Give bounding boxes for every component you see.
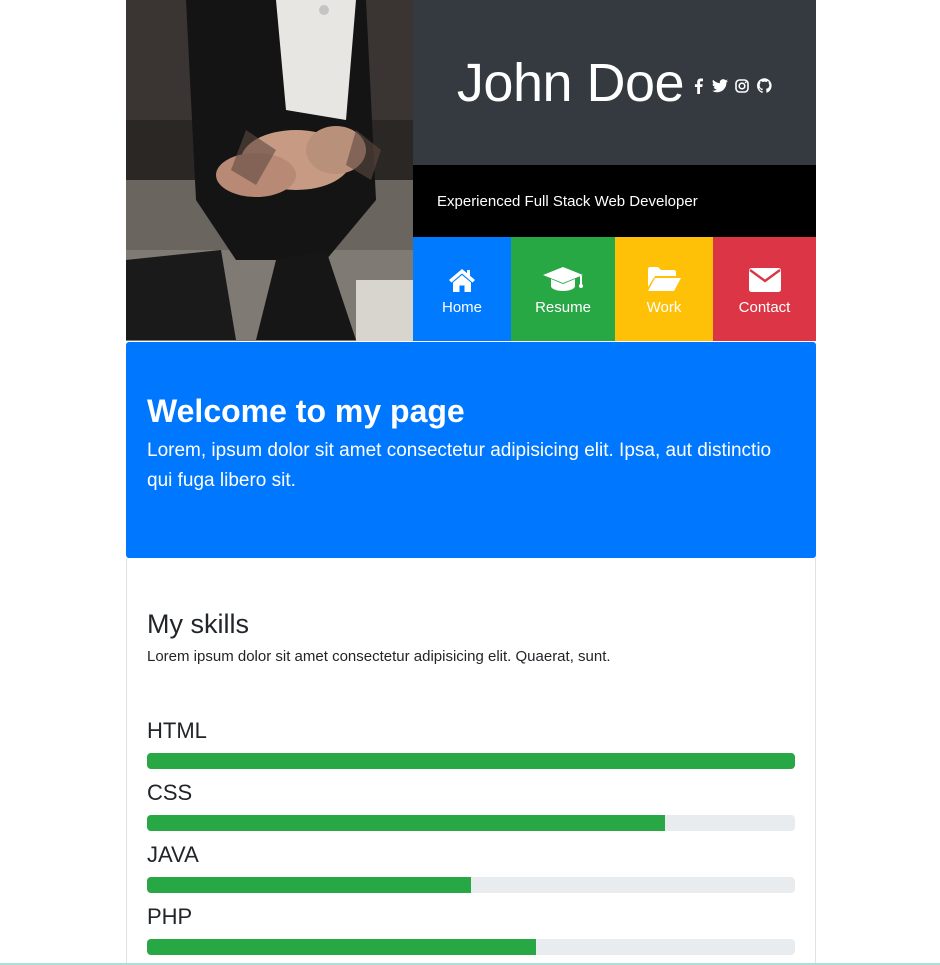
folder-open-icon bbox=[646, 263, 682, 293]
nav-resume-label: Resume bbox=[535, 298, 591, 316]
skill-progress-fill bbox=[147, 753, 795, 769]
twitter-icon[interactable] bbox=[712, 78, 729, 94]
name-banner: John Doe bbox=[413, 0, 816, 165]
welcome-section: Welcome to my page Lorem, ipsum dolor si… bbox=[126, 342, 816, 558]
welcome-title: Welcome to my page bbox=[147, 393, 465, 429]
skills-description: Lorem ipsum dolor sit amet consectetur a… bbox=[147, 648, 611, 665]
skill-label: PHP bbox=[147, 904, 193, 929]
nav-resume[interactable]: Resume bbox=[511, 237, 615, 341]
header: John Doe Experienced Full Stack Web Deve… bbox=[126, 0, 816, 341]
skills-section: My skills Lorem ipsum dolor sit amet con… bbox=[126, 558, 816, 965]
tagline-banner: Experienced Full Stack Web Developer bbox=[413, 165, 816, 237]
nav-home-label: Home bbox=[441, 298, 482, 316]
github-icon[interactable] bbox=[756, 78, 772, 94]
skill-css: CSS bbox=[147, 779, 795, 831]
skill-progress-bar bbox=[147, 877, 795, 893]
skill-progress-bar bbox=[147, 939, 795, 955]
skill-label: CSS bbox=[147, 780, 193, 805]
skill-label: JAVA bbox=[147, 842, 199, 867]
instagram-icon[interactable] bbox=[734, 78, 750, 94]
skill-java: JAVA bbox=[147, 841, 795, 893]
skill-progress-fill bbox=[147, 877, 471, 893]
skill-php: PHP bbox=[147, 903, 795, 955]
social-links bbox=[690, 78, 772, 94]
nav-contact-label: Contact bbox=[738, 298, 791, 316]
facebook-icon[interactable] bbox=[690, 78, 706, 94]
nav-work[interactable]: Work bbox=[615, 237, 713, 341]
home-icon bbox=[447, 263, 477, 293]
nav-home[interactable]: Home bbox=[413, 237, 511, 341]
skill-label: HTML bbox=[147, 718, 207, 743]
skill-progress-fill bbox=[147, 939, 536, 955]
profile-name: John Doe bbox=[456, 52, 685, 113]
skill-progress-bar bbox=[147, 753, 795, 769]
page: John Doe Experienced Full Stack Web Deve… bbox=[126, 0, 816, 965]
nav-contact[interactable]: Contact bbox=[713, 237, 816, 341]
main-nav: Home Resume Work Contact bbox=[413, 237, 816, 341]
welcome-text: Lorem, ipsum dolor sit amet consectetur … bbox=[147, 440, 772, 491]
nav-work-label: Work bbox=[646, 298, 682, 316]
graduation-cap-icon bbox=[541, 263, 585, 293]
skill-progress-fill bbox=[147, 815, 666, 831]
tagline: Experienced Full Stack Web Developer bbox=[437, 192, 698, 210]
skills-title: My skills bbox=[147, 609, 249, 639]
profile-photo bbox=[126, 0, 413, 341]
skill-progress-bar bbox=[147, 815, 795, 831]
envelope-icon bbox=[748, 263, 782, 293]
skill-html: HTML bbox=[147, 717, 795, 769]
